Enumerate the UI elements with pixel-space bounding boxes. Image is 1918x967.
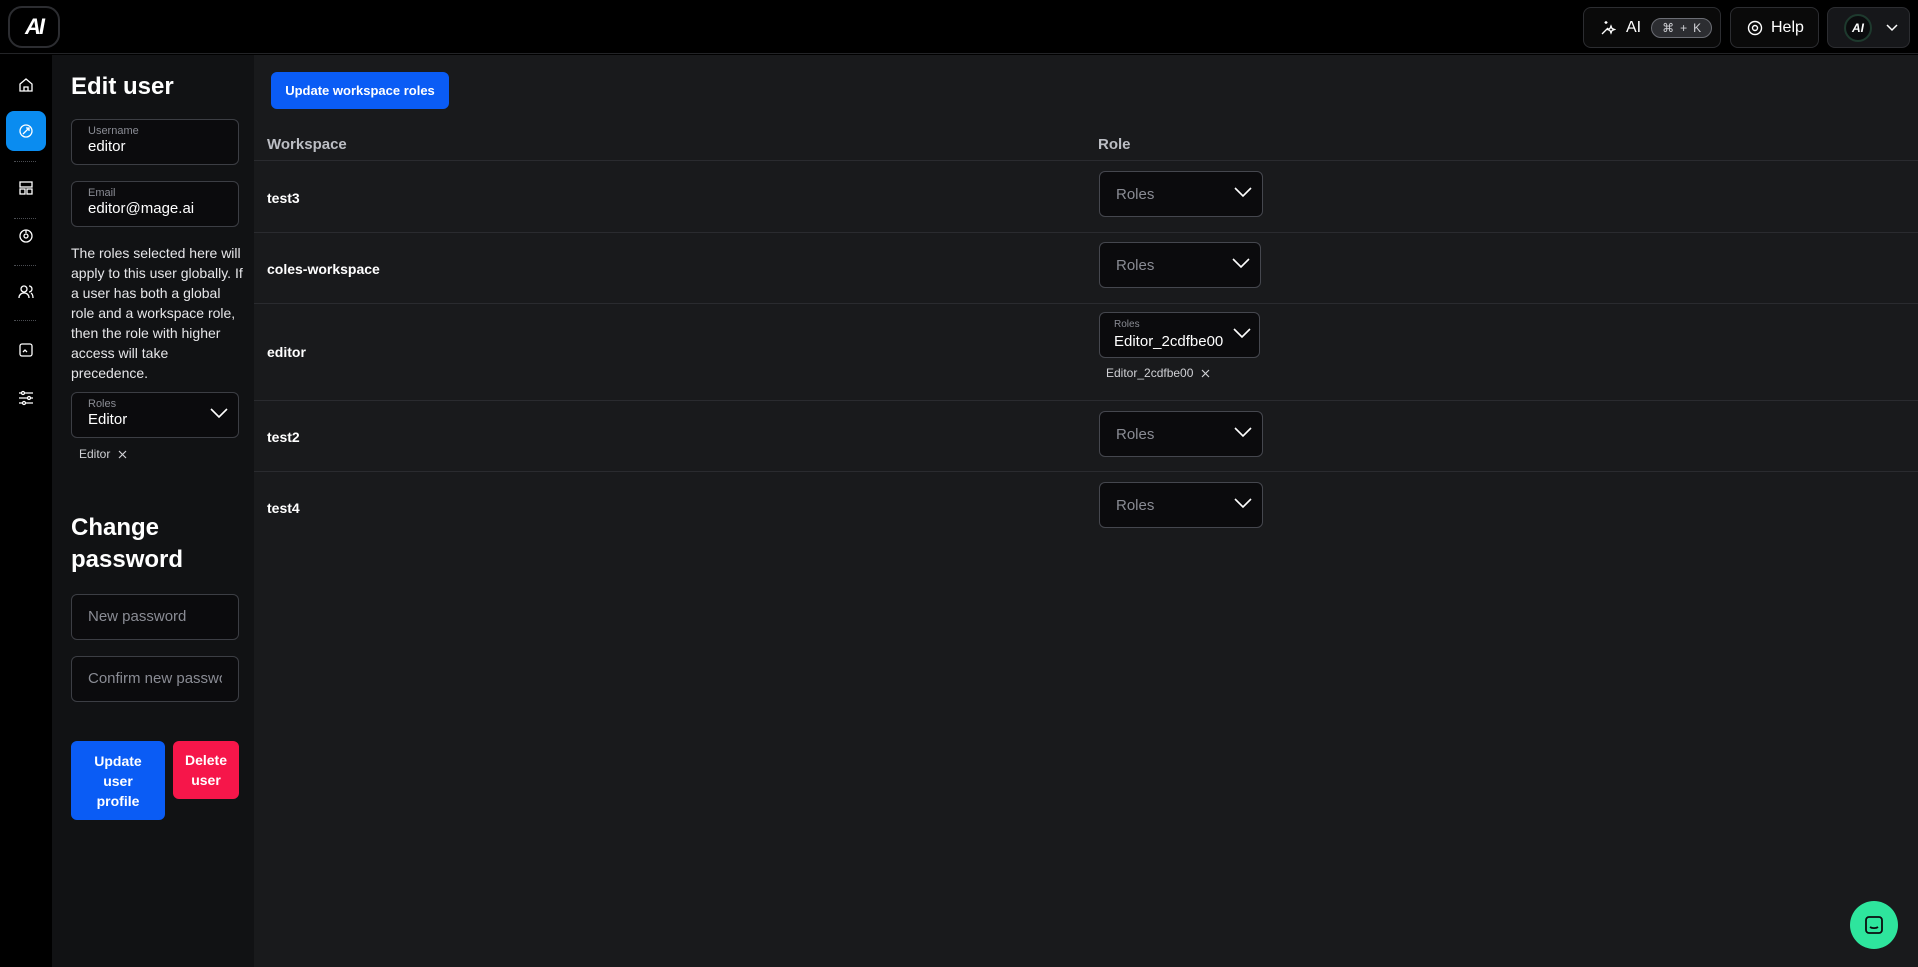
roles-note: The roles selected here will apply to th… [71, 245, 243, 381]
avatar: AI [1844, 13, 1872, 42]
roles-value: Editor [88, 411, 128, 428]
role-select[interactable]: Roles [1099, 411, 1263, 457]
nav-users[interactable] [6, 272, 46, 312]
top-bar: AI AI ⌘ + K Help AI [0, 0, 1918, 54]
change-password-title: Change password [71, 514, 184, 573]
close-icon[interactable] [1201, 369, 1210, 378]
chevron-down-icon [1233, 328, 1251, 339]
username-value: editor [88, 138, 126, 155]
nav-settings[interactable] [6, 378, 46, 418]
table-row: editor Roles Editor_2cdfbe00 Editor_2cdf… [254, 304, 1918, 401]
ai-shortcut: ⌘ + K [1651, 17, 1713, 38]
role-select[interactable]: Roles Editor_2cdfbe00 [1099, 312, 1260, 358]
nav-templates[interactable] [6, 168, 46, 208]
role-select[interactable]: Roles [1099, 482, 1263, 528]
global-roles-select[interactable]: Roles Editor [71, 392, 239, 438]
workspace-name: test4 [267, 500, 300, 516]
new-password-field[interactable]: New password [71, 594, 239, 640]
table-row: test3 Roles [254, 162, 1918, 233]
workspace-name: editor [267, 344, 306, 360]
username-field[interactable]: Username editor [71, 119, 239, 165]
user-menu-button[interactable]: AI [1827, 7, 1910, 48]
mage-logo[interactable]: AI [8, 6, 60, 48]
files-icon [19, 343, 33, 357]
nav-monitor[interactable] [6, 216, 46, 256]
workspace-name: coles-workspace [267, 261, 380, 277]
workspace-name: test3 [267, 190, 300, 206]
chevron-down-icon [1886, 23, 1898, 31]
chevron-down-icon [1232, 258, 1250, 269]
help-label: Help [1771, 18, 1804, 36]
delete-user-button[interactable]: Delete user [173, 741, 239, 799]
role-select[interactable]: Roles [1099, 171, 1263, 217]
table-header: Workspace Role [254, 127, 1918, 161]
pipelines-icon [19, 124, 33, 138]
nav-rail [0, 55, 52, 967]
help-icon [1747, 20, 1763, 35]
users-icon [18, 285, 34, 299]
role-chip: Editor_2cdfbe00 [1106, 366, 1210, 380]
email-value: editor@mage.ai [88, 200, 195, 217]
close-icon[interactable] [118, 450, 127, 459]
ai-label: AI [1626, 18, 1642, 36]
chevron-down-icon [1234, 498, 1252, 509]
update-workspace-roles-button[interactable]: Update workspace roles [271, 72, 449, 109]
confirm-password-field[interactable]: Confirm new password [71, 656, 239, 702]
help-button[interactable]: Help [1730, 7, 1819, 48]
table-row: test2 Roles [254, 401, 1918, 472]
chat-icon [1865, 916, 1883, 934]
chevron-down-icon [1234, 187, 1252, 198]
nav-pipelines[interactable] [6, 111, 46, 151]
rail-divider [14, 161, 36, 162]
home-icon [19, 78, 33, 92]
username-label: Username [88, 125, 139, 137]
table-row: test4 Roles [254, 472, 1918, 543]
sparkle-icon [1601, 20, 1616, 35]
rail-divider [14, 265, 36, 266]
email-field[interactable]: Email editor@mage.ai [71, 181, 239, 227]
rail-divider [14, 320, 36, 321]
chevron-down-icon [210, 408, 228, 419]
roles-label: Roles [88, 398, 117, 410]
nav-files[interactable] [6, 330, 46, 370]
monitor-icon [19, 229, 33, 243]
col-role: Role [1098, 136, 1131, 153]
chat-launcher-button[interactable] [1850, 901, 1898, 949]
role-select[interactable]: Roles [1099, 242, 1261, 288]
edit-user-panel: Edit user Username editor Email editor@m… [52, 55, 254, 967]
workspace-name: test2 [267, 429, 300, 445]
ai-button[interactable]: AI ⌘ + K [1583, 7, 1721, 48]
nav-home[interactable] [6, 65, 46, 105]
update-profile-button[interactable]: Update user profile [71, 741, 165, 820]
templates-icon [19, 181, 33, 195]
page-title: Edit user [71, 73, 174, 100]
role-chip: Editor [79, 447, 127, 461]
workspace-roles-panel: Update workspace roles Workspace Role te… [254, 55, 1918, 967]
settings-icon [19, 390, 33, 406]
email-label: Email [88, 187, 116, 199]
chevron-down-icon [1234, 427, 1252, 438]
table-row: coles-workspace Roles [254, 233, 1918, 304]
col-workspace: Workspace [267, 136, 347, 153]
